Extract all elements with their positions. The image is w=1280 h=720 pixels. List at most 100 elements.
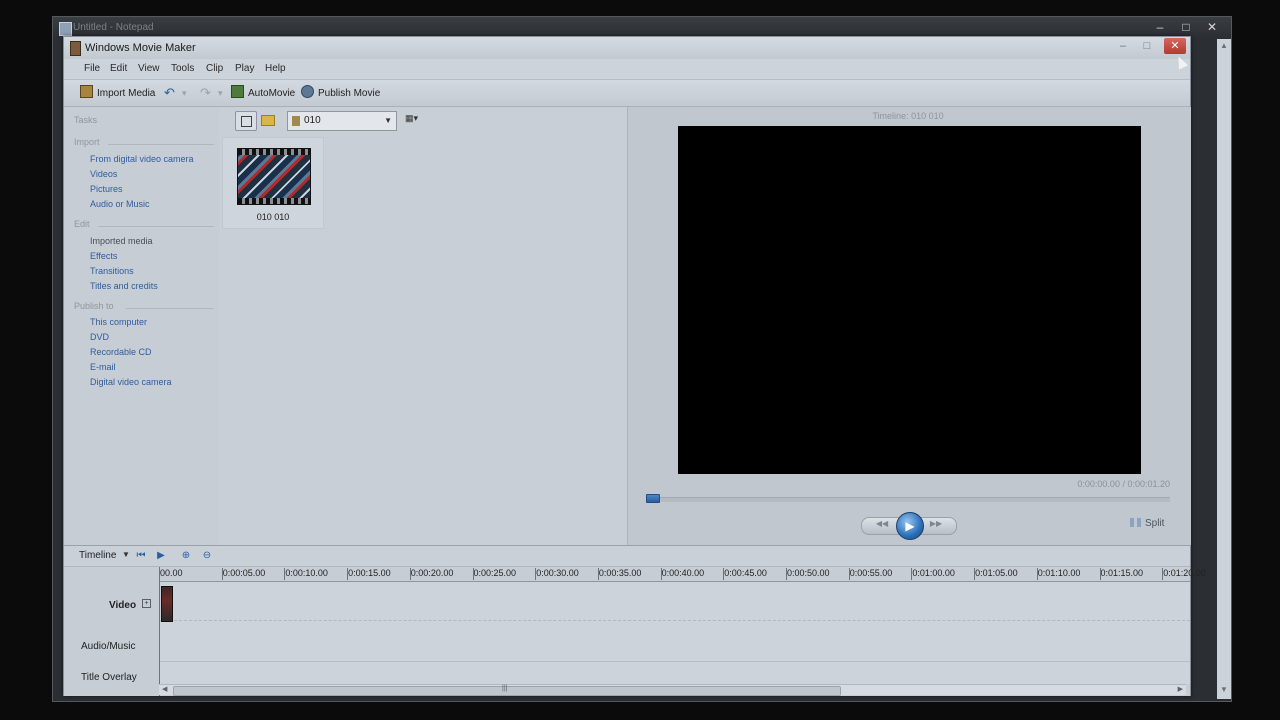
play-button[interactable]: ▶	[896, 512, 924, 540]
preview-title: Timeline: 010 010	[872, 111, 944, 121]
video-track[interactable]	[159, 582, 1190, 621]
automovie-icon	[231, 85, 244, 98]
import-section-title: Import	[74, 137, 100, 147]
automovie-label: AutoMovie	[248, 88, 296, 99]
task-import-pictures[interactable]: Pictures	[90, 184, 123, 194]
timeline-scrollbar[interactable]: ◀ ||| ▶	[159, 684, 1186, 696]
undo-dropdown[interactable]: ▾	[182, 85, 187, 101]
next-icon: ▶▶	[929, 519, 943, 528]
timeline-pane: Timeline ▼ ⏮ ▶ ⊕ ⊖ 00.00 0:00:05.00 0:00:1…	[64, 545, 1206, 696]
expand-icon[interactable]: +	[142, 599, 151, 608]
maximize-button[interactable]: □	[1136, 38, 1158, 54]
play-icon: ▶	[905, 519, 915, 533]
menu-edit[interactable]: Edit	[110, 63, 127, 74]
playhead[interactable]	[159, 567, 160, 696]
notepad-minimize-button[interactable]: –	[1147, 18, 1173, 36]
publish-movie-label: Publish Movie	[318, 88, 381, 99]
task-import-videos[interactable]: Videos	[90, 169, 117, 179]
ruler-tick: 0:00:30.00	[535, 568, 579, 580]
split-button[interactable]: Split	[1130, 518, 1164, 529]
toolbar: Import Media ↶ ▾ ↷ ▾ AutoMovie Publish M…	[64, 80, 1190, 107]
ruler-tick: 00.00	[159, 568, 183, 580]
task-publish-digital-video-camera[interactable]: Digital video camera	[90, 377, 172, 387]
tasks-pane: Tasks Import From digital video camera V…	[64, 107, 219, 545]
automovie-button[interactable]: AutoMovie	[231, 85, 295, 101]
menu-help[interactable]: Help	[265, 63, 286, 74]
task-imported-media[interactable]: Imported media	[90, 236, 153, 246]
title-overlay-label: Title Overlay	[81, 672, 137, 683]
task-transitions[interactable]: Transitions	[90, 266, 134, 276]
task-titles-and-credits[interactable]: Titles and credits	[90, 281, 158, 291]
arrange-button[interactable]: ▦▾	[405, 113, 427, 127]
scroll-left-icon[interactable]: ◀	[162, 685, 167, 693]
view-toggle-button[interactable]	[235, 111, 257, 131]
task-from-digital-video-camera[interactable]: From digital video camera	[90, 154, 194, 164]
timeline-toolbar: Timeline ▼ ⏮ ▶ ⊕ ⊖	[64, 546, 1190, 567]
media-pane: 010 ▼ ▦▾ 010 010	[219, 107, 627, 545]
menu-play[interactable]: Play	[235, 63, 254, 74]
notepad-close-button[interactable]: ✕	[1199, 18, 1225, 36]
task-publish-this-computer[interactable]: This computer	[90, 317, 147, 327]
video-track-label: Video	[109, 600, 137, 611]
timeline-ruler[interactable]: 00.00 0:00:05.00 0:00:10.00 0:00:15.00 0:00:…	[159, 567, 1206, 582]
menu-tools[interactable]: Tools	[171, 63, 194, 74]
scroll-down-icon[interactable]: ▼	[1217, 685, 1231, 697]
scroll-up-icon[interactable]: ▲	[1217, 41, 1231, 53]
view-icon	[241, 116, 252, 127]
ruler-tick: 0:00:40.00	[660, 568, 705, 580]
rewind-icon[interactable]: ⏮	[134, 549, 148, 562]
zoom-in-icon[interactable]: ⊕	[179, 549, 193, 562]
previous-icon: ◀◀	[875, 519, 889, 528]
previous-frame-button[interactable]: ◀◀	[874, 519, 890, 531]
section-divider	[126, 308, 214, 309]
notepad-scrollbar[interactable]: ▲ ▼	[1217, 39, 1231, 699]
arrange-icon: ▦▾	[405, 113, 419, 123]
tasks-header: Tasks	[74, 115, 98, 125]
zoom-out-icon[interactable]: ⊖	[200, 549, 214, 562]
ruler-tick: 0:01:20.00	[1162, 568, 1206, 580]
clip-thumbnail	[237, 148, 311, 205]
timeline-clip[interactable]	[161, 586, 173, 622]
menu-view[interactable]: View	[138, 63, 160, 74]
close-button[interactable]: ✕	[1164, 38, 1186, 54]
task-effects[interactable]: Effects	[90, 251, 117, 261]
clip-label: 010 010	[256, 212, 290, 222]
timeline-view-label[interactable]: Timeline	[79, 550, 116, 561]
audio-music-track[interactable]	[159, 621, 1190, 662]
publish-movie-button[interactable]: Publish Movie	[301, 85, 380, 101]
undo-button[interactable]: ↶	[164, 85, 175, 101]
import-media-button[interactable]: Import Media	[80, 85, 155, 101]
ruler-tick: 0:00:15.00	[347, 568, 391, 580]
media-clip[interactable]: 010 010	[222, 137, 324, 229]
chevron-down-icon: ▾	[218, 88, 223, 98]
scroll-right-icon[interactable]: ▶	[1178, 685, 1183, 693]
task-publish-dvd[interactable]: DVD	[90, 332, 109, 342]
task-import-audio-music[interactable]: Audio or Music	[90, 199, 150, 209]
collection-icon	[292, 116, 300, 126]
chevron-down-icon: ▼	[384, 116, 392, 125]
notepad-maximize-button[interactable]: □	[1173, 18, 1199, 36]
folder-icon	[261, 115, 275, 126]
task-publish-email[interactable]: E-mail	[90, 362, 116, 372]
task-publish-recordable-cd[interactable]: Recordable CD	[90, 347, 152, 357]
section-divider	[98, 226, 214, 227]
redo-icon: ↷	[200, 85, 211, 100]
menu-file[interactable]: File	[84, 63, 100, 74]
chevron-down-icon[interactable]: ▼	[122, 550, 130, 559]
ruler-tick: 0:00:05.00	[221, 568, 266, 580]
collection-value: 010	[304, 115, 321, 126]
redo-dropdown[interactable]: ▾	[218, 85, 223, 101]
ruler-tick: 0:00:35.00	[597, 568, 642, 580]
scroll-thumb[interactable]: |||	[173, 685, 841, 696]
redo-button[interactable]: ↷	[200, 85, 211, 101]
folder-up-button[interactable]	[261, 112, 275, 126]
collection-dropdown[interactable]: 010 ▼	[287, 111, 397, 131]
minimize-button[interactable]: –	[1112, 38, 1134, 54]
menu-clip[interactable]: Clip	[206, 63, 223, 74]
play-timeline-icon[interactable]: ▶	[154, 549, 168, 562]
seek-bar[interactable]	[646, 497, 1170, 502]
preview-monitor	[678, 126, 1141, 474]
seek-thumb[interactable]	[646, 494, 660, 503]
title-overlay-track[interactable]	[159, 662, 1190, 684]
next-frame-button[interactable]: ▶▶	[928, 519, 944, 531]
